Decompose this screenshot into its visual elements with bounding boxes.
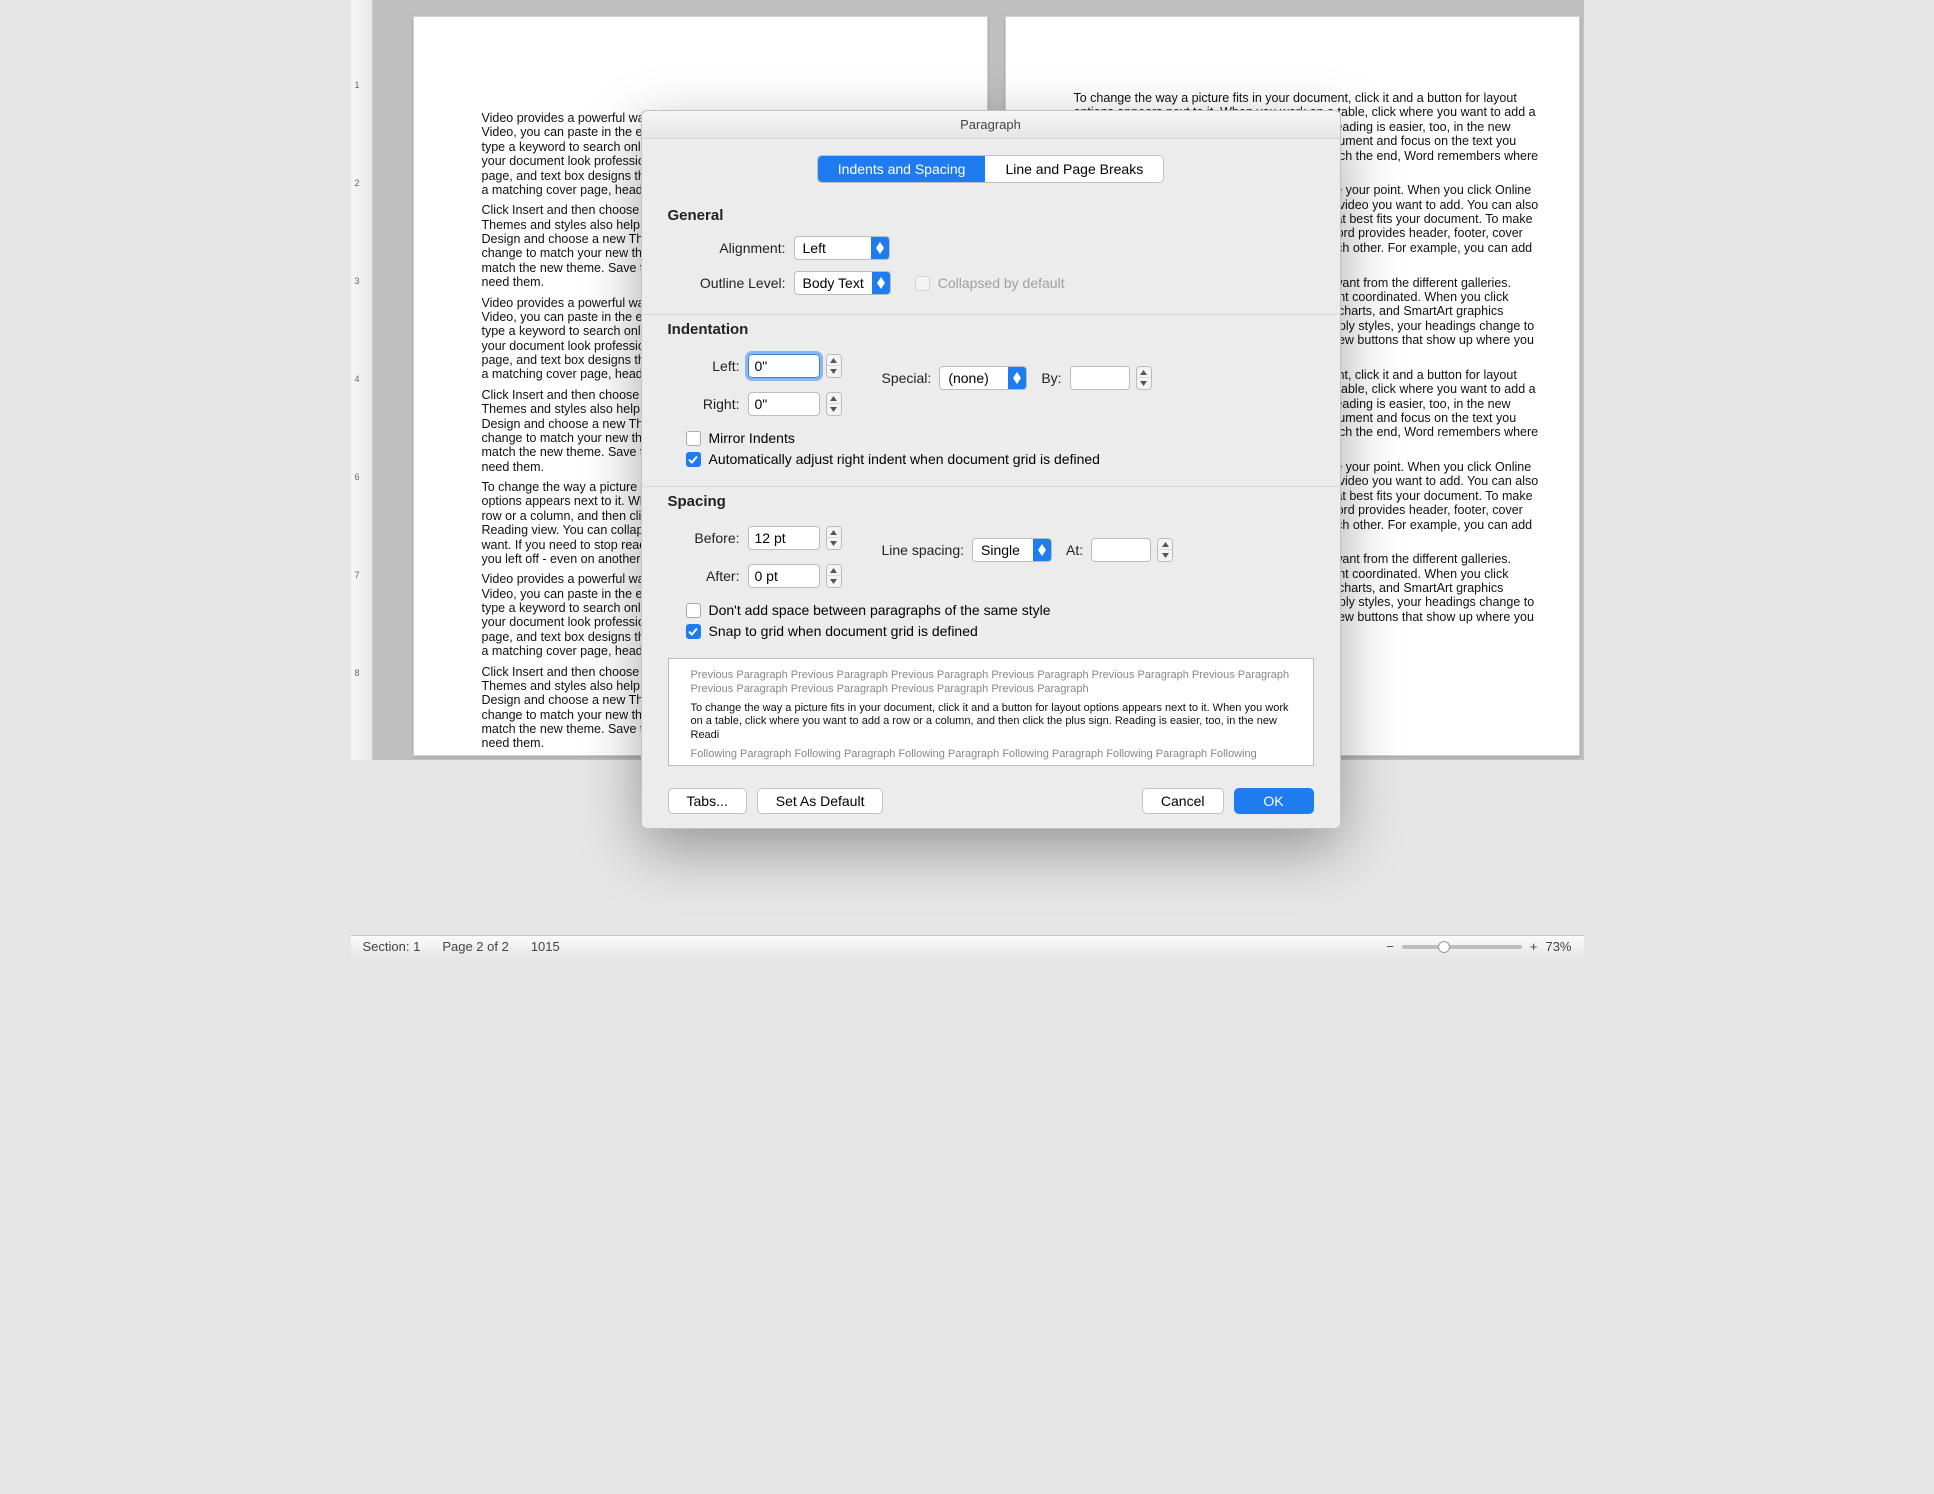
tabs-button[interactable]: Tabs...: [668, 788, 747, 814]
cancel-button[interactable]: Cancel: [1142, 788, 1224, 814]
status-word-count[interactable]: 1015: [531, 939, 560, 954]
indent-special-select[interactable]: (none): [939, 366, 1027, 390]
tab-indents-spacing[interactable]: Indents and Spacing: [818, 156, 986, 182]
indent-special-label: Special:: [882, 370, 932, 386]
line-spacing-at-stepper[interactable]: [1157, 538, 1173, 562]
snap-to-grid-checkbox[interactable]: [686, 624, 701, 639]
line-spacing-at-input[interactable]: [1091, 538, 1151, 562]
status-bar: Section: 1 Page 2 of 2 1015 − + 73%: [351, 935, 1584, 957]
spacing-after-stepper[interactable]: [826, 564, 842, 588]
section-heading-indentation: Indentation: [668, 321, 1314, 338]
collapsed-by-default-label: Collapsed by default: [938, 275, 1065, 291]
indent-left-stepper[interactable]: [826, 354, 842, 378]
section-heading-general: General: [668, 207, 1314, 224]
spacing-before-input[interactable]: [748, 526, 820, 550]
indent-right-stepper[interactable]: [826, 392, 842, 416]
section-heading-spacing: Spacing: [668, 493, 1314, 510]
chevron-updown-icon: [1033, 538, 1051, 562]
indent-by-stepper[interactable]: [1136, 366, 1152, 390]
outline-level-label: Outline Level:: [686, 275, 794, 291]
spacing-after-input[interactable]: [748, 564, 820, 588]
collapsed-by-default-checkbox: [915, 276, 930, 291]
indent-left-input[interactable]: [748, 354, 820, 378]
preview-body-text: To change the way a picture fits in your…: [691, 702, 1291, 743]
no-space-same-style-label: Don't add space between paragraphs of th…: [709, 602, 1051, 618]
zoom-in-button[interactable]: +: [1530, 939, 1538, 954]
indent-right-input[interactable]: [748, 392, 820, 416]
spacing-before-label: Before:: [686, 530, 748, 546]
mirror-indents-checkbox[interactable]: [686, 431, 701, 446]
outline-level-select[interactable]: Body Text: [794, 271, 891, 295]
dialog-tab-bar: Indents and Spacing Line and Page Breaks: [817, 155, 1164, 183]
paragraph-dialog: Paragraph Indents and Spacing Line and P…: [641, 110, 1341, 829]
mirror-indents-label: Mirror Indents: [709, 430, 795, 446]
auto-adjust-indent-checkbox[interactable]: [686, 452, 701, 467]
chevron-updown-icon: [1008, 366, 1026, 390]
ok-button[interactable]: OK: [1234, 788, 1314, 814]
chevron-updown-icon: [871, 236, 889, 260]
zoom-percent[interactable]: 73%: [1545, 939, 1571, 954]
paragraph-preview: Previous Paragraph Previous Paragraph Pr…: [668, 658, 1314, 766]
chevron-updown-icon: [872, 271, 890, 295]
indent-by-input[interactable]: [1070, 366, 1130, 390]
indent-right-label: Right:: [686, 396, 748, 412]
spacing-after-label: After:: [686, 568, 748, 584]
zoom-slider-thumb[interactable]: [1438, 941, 1450, 953]
vertical-ruler: 1 2 3 4 6 7 8: [351, 0, 373, 760]
status-page[interactable]: Page 2 of 2: [442, 939, 509, 954]
alignment-label: Alignment:: [686, 240, 794, 256]
set-as-default-button[interactable]: Set As Default: [757, 788, 884, 814]
dialog-title: Paragraph: [642, 111, 1340, 139]
line-spacing-at-label: At:: [1066, 542, 1083, 558]
preview-previous-text: Previous Paragraph Previous Paragraph Pr…: [691, 669, 1291, 697]
spacing-before-stepper[interactable]: [826, 526, 842, 550]
indent-by-label: By:: [1041, 370, 1061, 386]
zoom-out-button[interactable]: −: [1386, 939, 1394, 954]
no-space-same-style-checkbox[interactable]: [686, 603, 701, 618]
line-spacing-label: Line spacing:: [882, 542, 965, 558]
snap-to-grid-label: Snap to grid when document grid is defin…: [709, 623, 978, 639]
indent-left-label: Left:: [686, 358, 748, 374]
preview-following-text: Following Paragraph Following Paragraph …: [691, 748, 1291, 762]
alignment-select[interactable]: Left: [794, 236, 890, 260]
line-spacing-select[interactable]: Single: [972, 538, 1052, 562]
zoom-slider[interactable]: [1402, 945, 1522, 949]
auto-adjust-indent-label: Automatically adjust right indent when d…: [709, 451, 1100, 467]
tab-line-page-breaks[interactable]: Line and Page Breaks: [985, 156, 1163, 182]
status-section[interactable]: Section: 1: [363, 939, 421, 954]
